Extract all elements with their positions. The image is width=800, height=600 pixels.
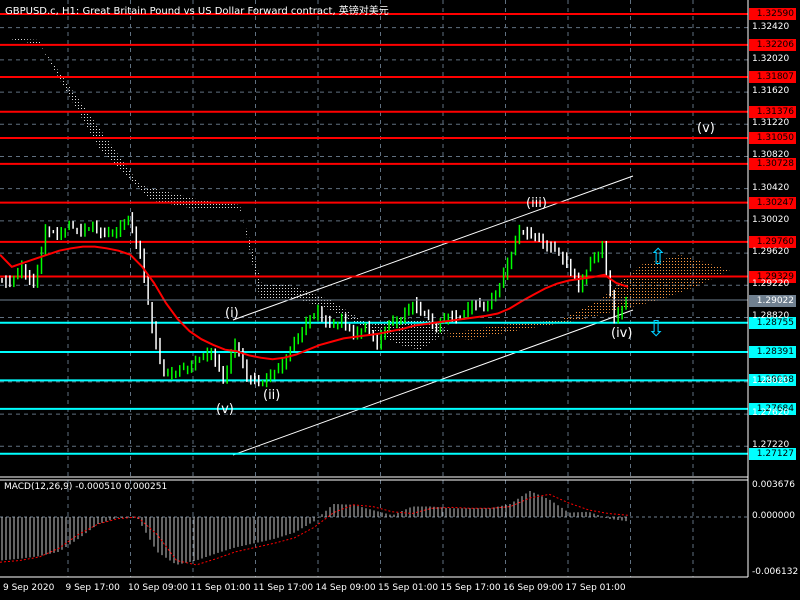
time-label: 14 Sep 09:00 [315, 583, 376, 593]
price-tick: 1.27620 [752, 408, 790, 419]
time-label: 9 Sep 17:00 [65, 583, 120, 593]
price-tick: 1.28020 [752, 375, 790, 386]
arrow-down-icon: ⇩ [647, 317, 665, 342]
time-label: 9 Sep 2020 [3, 583, 55, 593]
macd-tick: 0.003676 [752, 480, 795, 490]
macd-tick: -0.006132 [752, 567, 799, 577]
chart-title: GBPUSD.c, H1: Great Britain Pound vs US … [5, 6, 389, 17]
macd-indicator-label: MACD(12,26,9) -0.000510 0.000251 [4, 482, 168, 492]
time-label: 16 Sep 09:00 [503, 583, 564, 593]
price-tick: 1.30020 [752, 214, 790, 225]
ichimoku-cloud-bearish [5, 38, 450, 350]
resistance-price-label: 1.30247 [749, 196, 796, 209]
price-tick: 1.32420 [752, 21, 790, 32]
wave-label-v-low: (v) [216, 402, 234, 417]
macd-tick: 0.000000 [752, 511, 795, 521]
price-tick: 1.32020 [752, 53, 790, 64]
price-tick: 1.29220 [752, 279, 790, 290]
resistance-price-label: 1.31050 [749, 131, 796, 144]
price-chart[interactable]: ⇧ ⇩ [0, 0, 800, 600]
resistance-price-label: 1.32590 [749, 8, 796, 20]
price-tick: 1.31620 [752, 86, 790, 97]
price-tick: 1.30420 [752, 182, 790, 193]
wave-label-iv: (iv) [611, 326, 633, 341]
wave-label-iii: (iii) [526, 196, 547, 211]
price-tick: 1.31220 [752, 118, 790, 129]
time-label: 11 Sep 01:00 [190, 583, 251, 593]
resistance-price-label: 1.31807 [749, 71, 796, 84]
current-price-label: 1.29022 [749, 295, 796, 308]
channel-upper-line [232, 175, 634, 321]
time-label: 17 Sep 01:00 [565, 583, 626, 593]
resistance-price-label: 1.29760 [749, 235, 796, 248]
price-tick: 1.28820 [752, 311, 790, 322]
wave-label-v-target: (v) [697, 121, 715, 136]
time-label: 11 Sep 17:00 [253, 583, 314, 593]
price-tick: 1.29620 [752, 247, 790, 258]
resistance-price-label: 1.31376 [749, 105, 796, 118]
time-label: 10 Sep 09:00 [128, 583, 189, 593]
price-tick: 1.30820 [752, 150, 790, 161]
arrow-up-icon: ⇧ [649, 245, 667, 270]
support-price-label: 1.28391 [749, 346, 796, 359]
time-label: 15 Sep 01:00 [378, 583, 439, 593]
wave-label-ii: (ii) [263, 388, 281, 403]
time-label: 15 Sep 17:00 [440, 583, 501, 593]
resistance-price-label: 1.32206 [749, 38, 796, 51]
price-tick: 1.27220 [752, 440, 790, 451]
wave-label-i: (i) [225, 306, 239, 321]
